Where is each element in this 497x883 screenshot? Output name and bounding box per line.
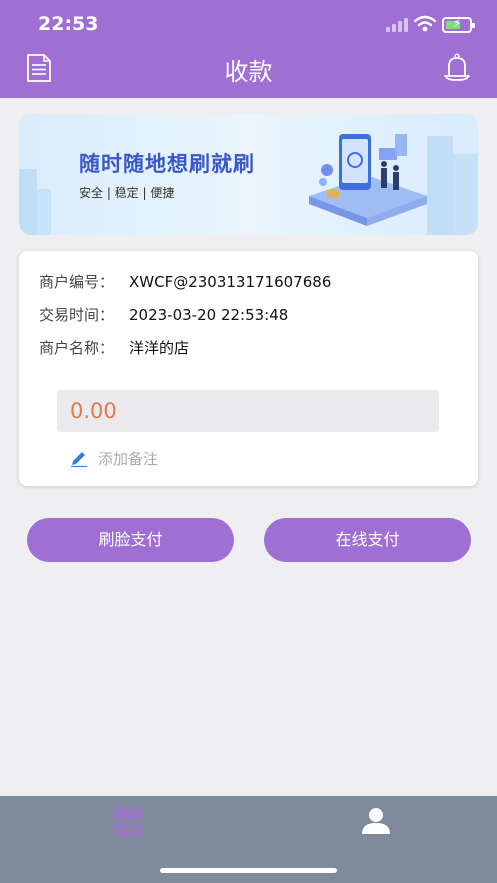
merchant-id-row: 商户编号： XWCF@230313171607686 — [39, 271, 331, 292]
merchant-name-row: 商户名称： 洋洋的店 — [39, 337, 189, 358]
transaction-time-value: 2023-03-20 22:53:48 — [129, 306, 289, 324]
merchant-info-card: 商户编号： XWCF@230313171607686 交易时间： 2023-03-2… — [19, 251, 478, 486]
wifi-icon — [414, 15, 436, 32]
tab-bar — [0, 796, 497, 883]
merchant-name-value: 洋洋的店 — [129, 339, 190, 357]
page-title: 收款 — [224, 58, 273, 86]
home-indicator — [160, 868, 337, 873]
promo-banner[interactable]: 随时随地想刷就刷 安全 | 稳定 | 便捷 — [19, 114, 478, 235]
face-pay-button[interactable]: 刷脸支付 — [27, 518, 234, 562]
status-bar: 22:53 ⚡ — [0, 0, 497, 48]
transaction-time-row: 交易时间： 2023-03-20 22:53:48 — [39, 304, 288, 325]
online-pay-button[interactable]: 在线支付 — [264, 518, 471, 562]
header-bar: 22:53 ⚡ 收款 — [0, 0, 497, 98]
amount-input[interactable]: 0.00 — [57, 390, 439, 432]
calculator-icon[interactable] — [114, 808, 142, 836]
merchant-id-label: 商户编号： — [39, 273, 115, 291]
status-time: 22:53 — [38, 13, 99, 35]
battery-icon: ⚡ — [442, 16, 475, 33]
payment-illustration-icon — [309, 134, 427, 226]
banner-title: 随时随地想刷就刷 — [79, 152, 255, 176]
bell-icon[interactable] — [443, 53, 471, 83]
transaction-time-label: 交易时间： — [39, 306, 115, 324]
signal-icon — [386, 16, 408, 32]
banner-subtitle: 安全 | 稳定 | 便捷 — [79, 186, 175, 200]
pencil-icon — [71, 452, 87, 467]
user-icon[interactable] — [360, 806, 392, 836]
merchant-id-value: XWCF@230313171607686 — [129, 273, 332, 291]
add-note-placeholder: 添加备注 — [98, 450, 159, 468]
merchant-name-label: 商户名称： — [39, 339, 115, 357]
